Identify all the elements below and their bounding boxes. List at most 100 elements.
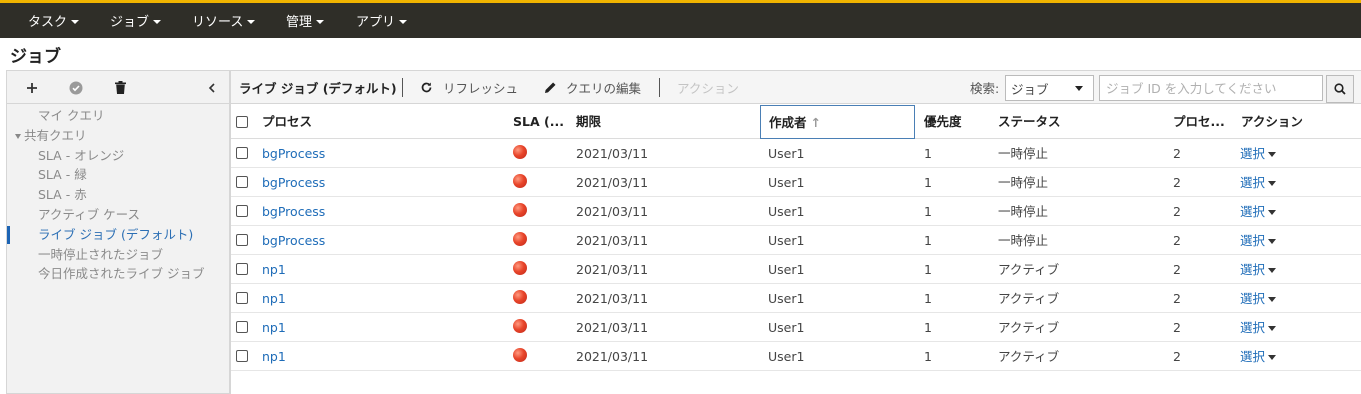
sidebar-toolbar <box>7 71 229 104</box>
table-row[interactable]: bgProcess 2021/03/11 User1 1 一時停止 2 選択 <box>231 226 1361 255</box>
column-header-process[interactable]: プロセス <box>262 105 312 139</box>
column-header-due[interactable]: 期限 <box>576 105 601 139</box>
table-row[interactable]: np1 2021/03/11 User1 1 アクティブ 2 選択 <box>231 313 1361 342</box>
row-action-label: 選択 <box>1240 320 1266 335</box>
process-link[interactable]: np1 <box>262 313 286 342</box>
column-header-sla[interactable]: SLA (... <box>513 105 563 139</box>
nav-menu-apps[interactable]: アプリ <box>356 3 408 38</box>
refresh-label: リフレッシュ <box>443 81 519 96</box>
process-link[interactable]: bgProcess <box>262 139 325 168</box>
caret-down-icon <box>153 19 162 24</box>
nav-menu-admin[interactable]: 管理 <box>286 3 325 38</box>
sla-status-icon <box>513 348 527 362</box>
search-button[interactable] <box>1326 75 1354 103</box>
process-instance-count: 2 <box>1173 146 1181 161</box>
actions-button[interactable]: アクション <box>677 78 739 97</box>
tree-item-live-jobs-default[interactable]: ライブ ジョブ (デフォルト) <box>7 225 229 245</box>
tree-item-my-queries[interactable]: マイ クエリ <box>7 106 229 126</box>
plus-icon[interactable] <box>18 71 46 104</box>
creator: User1 <box>768 233 805 248</box>
table-body: bgProcess 2021/03/11 User1 1 一時停止 2 選択 bgProces… <box>231 139 1361 371</box>
table-row[interactable]: np1 2021/03/11 User1 1 アクティブ 2 選択 <box>231 342 1361 371</box>
caret-down-icon <box>1075 86 1083 91</box>
tree-item-sla-orange[interactable]: SLA - オレンジ <box>7 146 229 166</box>
query-tree: マイ クエリ 共有クエリ SLA - オレンジ SLA - 緑 SLA - 赤 … <box>7 104 229 284</box>
caret-down-icon <box>1268 326 1277 331</box>
process-link[interactable]: bgProcess <box>262 197 325 226</box>
status: アクティブ <box>998 320 1060 335</box>
due-date: 2021/03/11 <box>576 262 649 277</box>
row-checkbox[interactable] <box>236 176 248 188</box>
caret-down-icon <box>71 19 80 24</box>
caret-down-icon <box>1268 355 1277 360</box>
process-instance-count: 2 <box>1173 291 1181 306</box>
job-id-search-input[interactable] <box>1099 75 1323 101</box>
column-header-process-instances[interactable]: プロセ... <box>1173 105 1229 139</box>
chevron-left-icon[interactable] <box>198 71 226 104</box>
tree-item-sla-red[interactable]: SLA - 赤 <box>7 185 229 205</box>
column-header-creator[interactable]: 作成者 ↑ <box>760 105 915 139</box>
process-link[interactable]: np1 <box>262 284 286 313</box>
sla-status-icon <box>513 290 527 304</box>
search-scope-select[interactable]: ジョブ <box>1005 75 1094 101</box>
trash-icon[interactable] <box>106 71 134 104</box>
table-row[interactable]: bgProcess 2021/03/11 User1 1 一時停止 2 選択 <box>231 197 1361 226</box>
table-row[interactable]: bgProcess 2021/03/11 User1 1 一時停止 2 選択 <box>231 139 1361 168</box>
process-link[interactable]: np1 <box>262 255 286 284</box>
row-action-menu[interactable]: 選択 <box>1240 226 1277 255</box>
tree-item-paused-jobs[interactable]: 一時停止されたジョブ <box>7 245 229 265</box>
priority: 1 <box>924 262 932 277</box>
row-action-menu[interactable]: 選択 <box>1240 255 1277 284</box>
process-link[interactable]: bgProcess <box>262 168 325 197</box>
sla-status-icon <box>513 174 527 188</box>
edit-query-button[interactable]: クエリの編集 <box>544 71 641 104</box>
priority: 1 <box>924 291 932 306</box>
row-action-menu[interactable]: 選択 <box>1240 284 1277 313</box>
tree-item-sla-green[interactable]: SLA - 緑 <box>7 165 229 185</box>
tree-group-shared-queries[interactable]: 共有クエリ <box>7 126 229 146</box>
nav-menu-resources[interactable]: リソース <box>192 3 256 38</box>
row-action-menu[interactable]: 選択 <box>1240 313 1277 342</box>
check-circle-icon[interactable] <box>62 71 90 104</box>
tree-group-label: 共有クエリ <box>24 127 87 143</box>
row-checkbox[interactable] <box>236 205 248 217</box>
row-action-menu[interactable]: 選択 <box>1240 342 1277 371</box>
status: 一時停止 <box>998 204 1049 219</box>
process-link[interactable]: np1 <box>262 342 286 371</box>
row-checkbox[interactable] <box>236 263 248 275</box>
row-checkbox[interactable] <box>236 350 248 362</box>
job-list-panel: ライブ ジョブ (デフォルト) リフレッシュ クエリの編集 アクション 検索: … <box>230 70 1361 394</box>
tree-item-active-cases[interactable]: アクティブ ケース <box>7 205 229 225</box>
row-action-menu[interactable]: 選択 <box>1240 168 1277 197</box>
process-instance-count: 2 <box>1173 262 1181 277</box>
table-row[interactable]: bgProcess 2021/03/11 User1 1 一時停止 2 選択 <box>231 168 1361 197</box>
creator: User1 <box>768 349 805 364</box>
row-checkbox[interactable] <box>236 234 248 246</box>
process-instance-count: 2 <box>1173 349 1181 364</box>
row-checkbox[interactable] <box>236 321 248 333</box>
process-link[interactable]: bgProcess <box>262 226 325 255</box>
column-header-actions[interactable]: アクション <box>1241 105 1303 139</box>
nav-menu-jobs[interactable]: ジョブ <box>110 3 162 38</box>
table-row[interactable]: np1 2021/03/11 User1 1 アクティブ 2 選択 <box>231 284 1361 313</box>
nav-menu-label: リソース <box>192 15 244 30</box>
refresh-button[interactable]: リフレッシュ <box>420 71 518 104</box>
row-action-menu[interactable]: 選択 <box>1240 139 1277 168</box>
process-instance-count: 2 <box>1173 233 1181 248</box>
row-checkbox[interactable] <box>236 147 248 159</box>
row-action-menu[interactable]: 選択 <box>1240 197 1277 226</box>
column-header-status[interactable]: ステータス <box>998 105 1061 139</box>
pencil-icon <box>545 82 556 93</box>
creator: User1 <box>768 175 805 190</box>
row-action-label: 選択 <box>1240 291 1266 306</box>
table-row[interactable]: np1 2021/03/11 User1 1 アクティブ 2 選択 <box>231 255 1361 284</box>
column-header-priority[interactable]: 優先度 <box>924 105 962 139</box>
due-date: 2021/03/11 <box>576 349 649 364</box>
row-action-label: 選択 <box>1240 349 1266 364</box>
status: アクティブ <box>998 349 1060 364</box>
nav-menu-label: アプリ <box>356 15 396 30</box>
row-checkbox[interactable] <box>236 292 248 304</box>
select-all-checkbox[interactable] <box>236 116 248 128</box>
nav-menu-tasks[interactable]: タスク <box>28 3 80 38</box>
tree-item-live-jobs-today[interactable]: 今日作成されたライブ ジョブ <box>7 264 229 284</box>
